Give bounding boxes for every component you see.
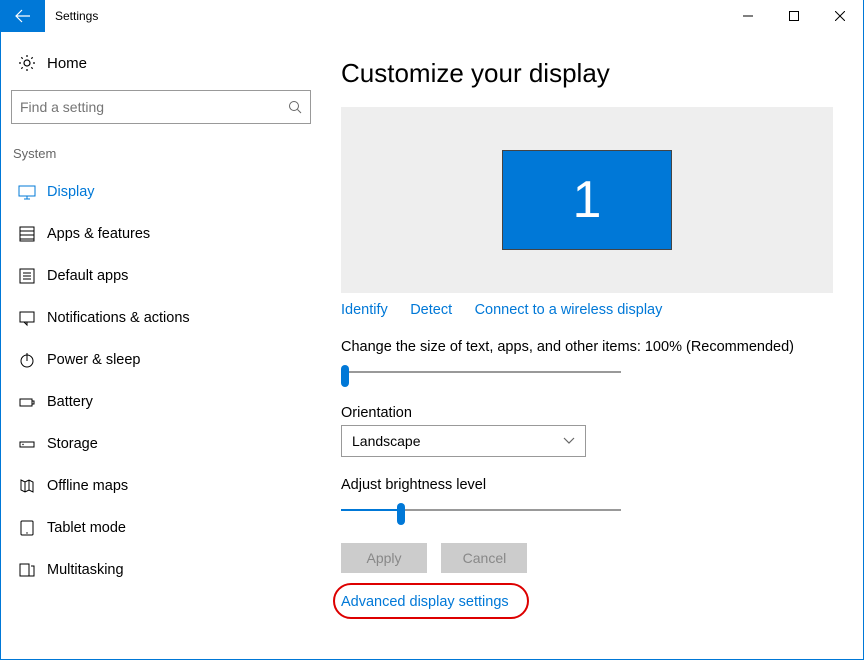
- storage-icon: [18, 435, 36, 453]
- sidebar-item-power[interactable]: Power & sleep: [1, 339, 321, 381]
- identify-link[interactable]: Identify: [341, 302, 388, 318]
- home-label: Home: [47, 55, 87, 72]
- titlebar: Settings: [1, 0, 863, 32]
- scale-label: Change the size of text, apps, and other…: [341, 339, 833, 355]
- power-icon: [18, 351, 36, 369]
- cancel-button[interactable]: Cancel: [441, 543, 527, 573]
- notifications-icon: [18, 309, 36, 327]
- battery-icon: [18, 393, 36, 411]
- orientation-dropdown[interactable]: Landscape: [341, 425, 586, 457]
- sidebar-item-label: Power & sleep: [47, 352, 141, 368]
- chevron-down-icon: [563, 437, 575, 445]
- window-title: Settings: [45, 0, 725, 32]
- sidebar-item-label: Display: [47, 184, 95, 200]
- sidebar-item-label: Battery: [47, 394, 93, 410]
- monitor-1[interactable]: 1: [502, 150, 672, 250]
- multitasking-icon: [18, 561, 36, 579]
- slider-thumb[interactable]: [341, 365, 349, 387]
- gear-icon: [18, 54, 36, 72]
- apps-icon: [18, 225, 36, 243]
- main-content: Customize your display 1 Identify Detect…: [321, 32, 863, 659]
- sidebar: Home System Display Apps & features Defaul…: [1, 32, 321, 659]
- sidebar-item-display[interactable]: Display: [1, 171, 321, 213]
- maximize-icon: [789, 11, 799, 21]
- close-button[interactable]: [817, 0, 863, 32]
- sidebar-item-label: Tablet mode: [47, 520, 126, 536]
- tablet-icon: [18, 519, 36, 537]
- back-button[interactable]: [1, 0, 45, 32]
- sidebar-item-tablet[interactable]: Tablet mode: [1, 507, 321, 549]
- sidebar-item-label: Apps & features: [47, 226, 150, 242]
- slider-thumb[interactable]: [397, 503, 405, 525]
- maximize-button[interactable]: [771, 0, 817, 32]
- apply-button[interactable]: Apply: [341, 543, 427, 573]
- minimize-icon: [743, 11, 753, 21]
- sidebar-item-label: Offline maps: [47, 478, 128, 494]
- home-link[interactable]: Home: [1, 54, 321, 90]
- brightness-slider[interactable]: [341, 497, 621, 527]
- sidebar-item-label: Notifications & actions: [47, 310, 190, 326]
- orientation-label: Orientation: [341, 405, 833, 421]
- sidebar-item-notifications[interactable]: Notifications & actions: [1, 297, 321, 339]
- minimize-button[interactable]: [725, 0, 771, 32]
- default-icon: [18, 267, 36, 285]
- orientation-value: Landscape: [352, 433, 421, 449]
- wireless-display-link[interactable]: Connect to a wireless display: [475, 302, 663, 318]
- sidebar-item-default[interactable]: Default apps: [1, 255, 321, 297]
- detect-link[interactable]: Detect: [410, 302, 452, 318]
- sidebar-item-label: Default apps: [47, 268, 128, 284]
- advanced-display-link[interactable]: Advanced display settings: [341, 594, 509, 610]
- sidebar-item-label: Storage: [47, 436, 98, 452]
- page-title: Customize your display: [341, 58, 833, 89]
- search-box[interactable]: [11, 90, 311, 124]
- scale-slider[interactable]: [341, 359, 621, 389]
- sidebar-item-maps[interactable]: Offline maps: [1, 465, 321, 507]
- maps-icon: [18, 477, 36, 495]
- monitor-preview[interactable]: 1: [341, 107, 833, 293]
- search-icon: [288, 100, 302, 114]
- display-icon: [18, 183, 36, 201]
- search-input[interactable]: [20, 99, 288, 115]
- sidebar-item-storage[interactable]: Storage: [1, 423, 321, 465]
- sidebar-item-battery[interactable]: Battery: [1, 381, 321, 423]
- close-icon: [835, 11, 845, 21]
- sidebar-item-label: Multitasking: [47, 562, 124, 578]
- sidebar-item-apps[interactable]: Apps & features: [1, 213, 321, 255]
- section-label: System: [1, 140, 321, 171]
- sidebar-item-multitasking[interactable]: Multitasking: [1, 549, 321, 591]
- arrow-left-icon: [15, 8, 31, 24]
- brightness-label: Adjust brightness level: [341, 477, 833, 493]
